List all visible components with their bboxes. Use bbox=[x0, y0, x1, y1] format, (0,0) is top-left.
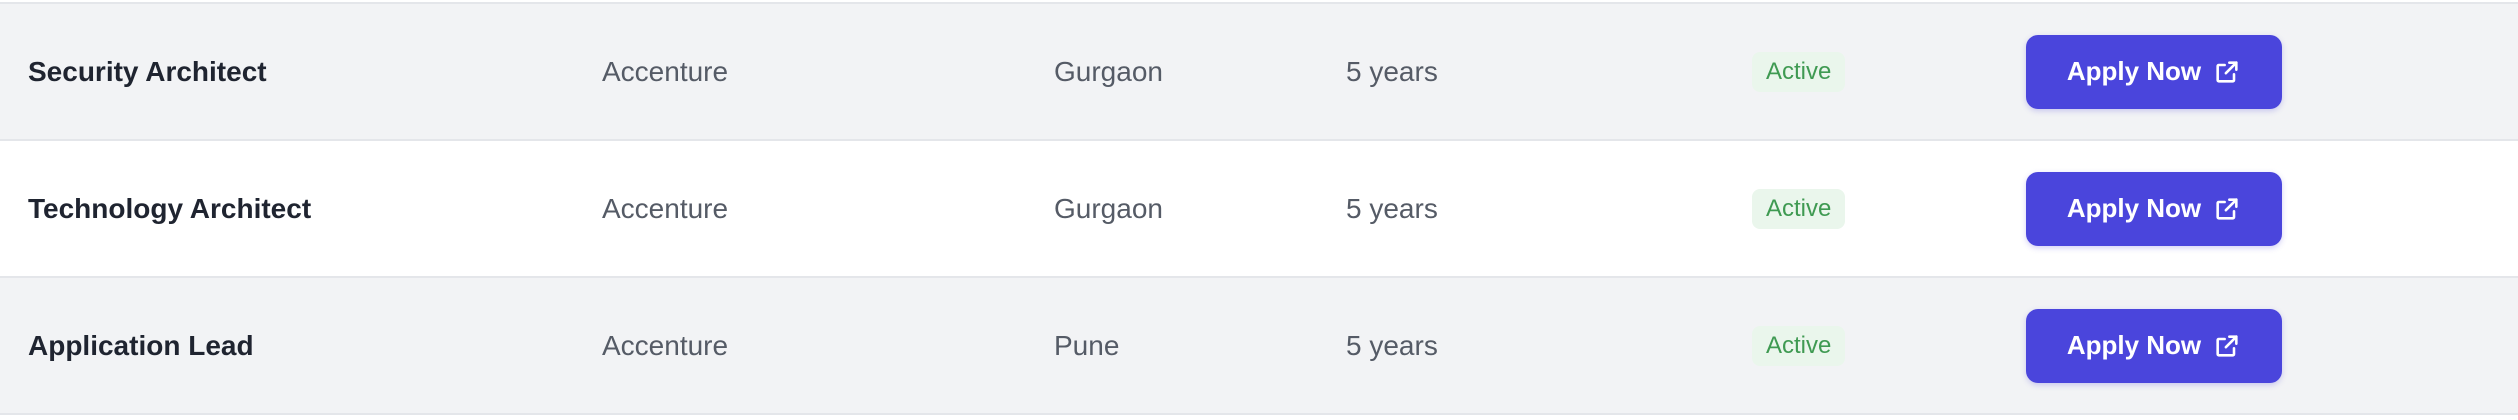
job-location: Gurgaon bbox=[1054, 192, 1163, 224]
external-link-icon bbox=[2213, 195, 2241, 223]
apply-now-label: Apply Now bbox=[2066, 330, 2202, 360]
job-experience: 5 years bbox=[1346, 55, 1438, 87]
apply-now-label: Apply Now bbox=[2066, 193, 2202, 223]
external-link-icon bbox=[2213, 332, 2241, 360]
job-location: Pune bbox=[1054, 329, 1120, 361]
job-experience: 5 years bbox=[1346, 192, 1438, 224]
job-role: Technology Architect bbox=[28, 192, 312, 224]
external-link-icon bbox=[2213, 58, 2241, 86]
job-experience: 5 years bbox=[1346, 329, 1438, 361]
jobs-table: Security Architect Accenture Gurgaon 5 y… bbox=[0, 0, 2518, 420]
job-company: Accenture bbox=[602, 55, 729, 87]
job-company: Accenture bbox=[602, 192, 729, 224]
status-badge: Active bbox=[1752, 51, 1846, 92]
job-company: Accenture bbox=[602, 329, 729, 361]
apply-now-button[interactable]: Apply Now bbox=[2026, 308, 2282, 383]
job-role: Application Lead bbox=[28, 329, 254, 361]
job-location: Gurgaon bbox=[1054, 55, 1163, 87]
table-row: Technology Architect Accenture Gurgaon 5… bbox=[0, 141, 2518, 278]
status-badge: Active bbox=[1752, 325, 1846, 366]
job-role: Security Architect bbox=[28, 55, 267, 87]
table-row: Application Lead Accenture Pune 5 years … bbox=[0, 278, 2518, 415]
apply-now-button[interactable]: Apply Now bbox=[2026, 34, 2282, 109]
apply-now-label: Apply Now bbox=[2066, 56, 2202, 86]
table-row: Security Architect Accenture Gurgaon 5 y… bbox=[0, 2, 2518, 141]
status-badge: Active bbox=[1752, 188, 1846, 229]
apply-now-button[interactable]: Apply Now bbox=[2026, 171, 2282, 246]
